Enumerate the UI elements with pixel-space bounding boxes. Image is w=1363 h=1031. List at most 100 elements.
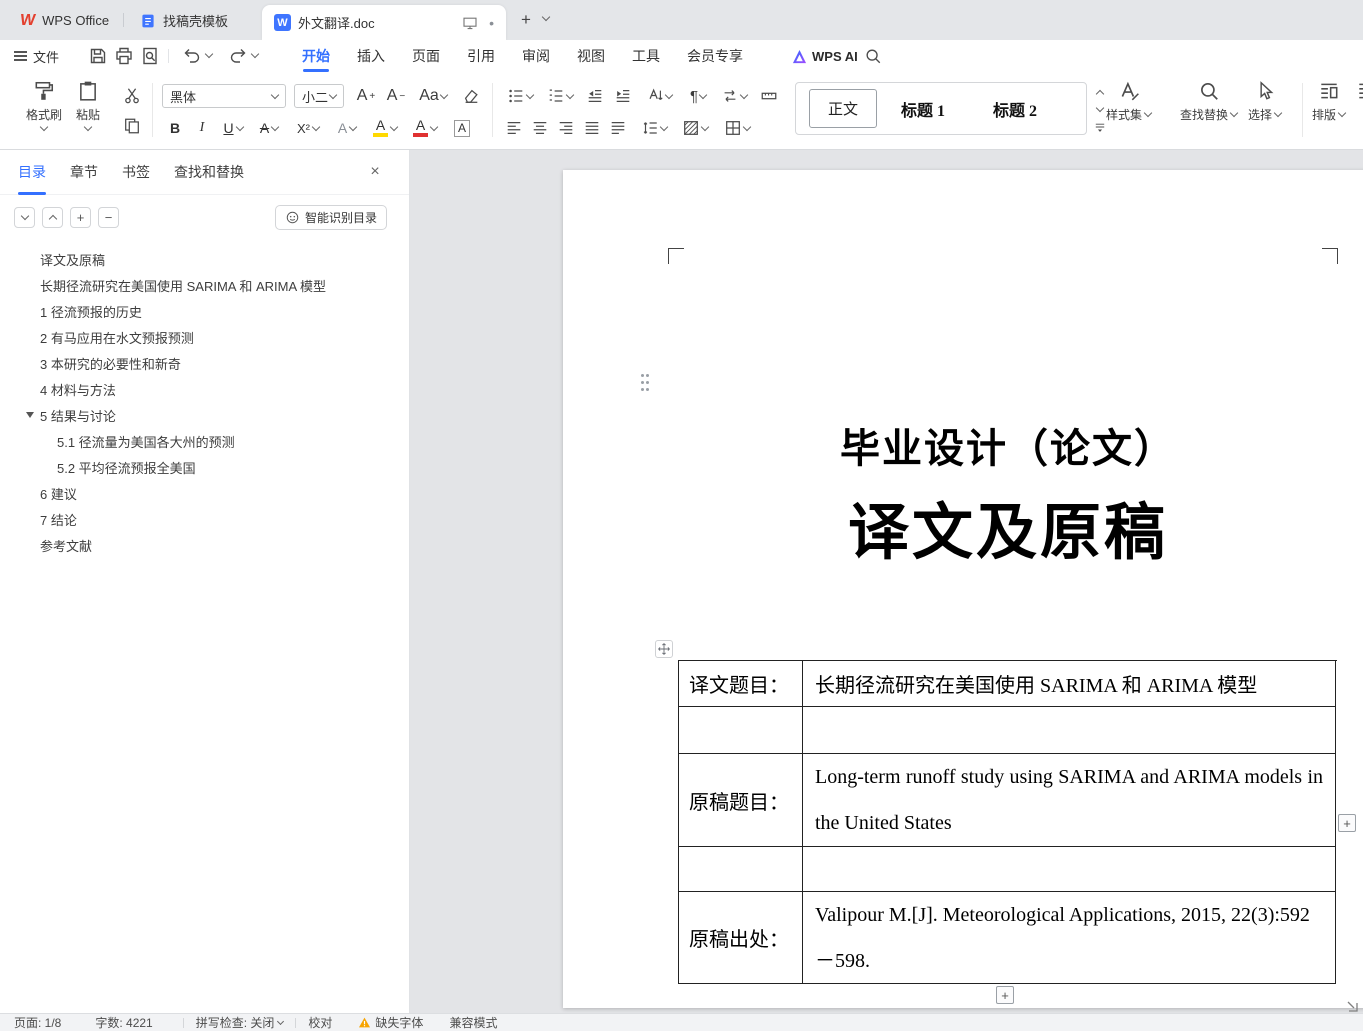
- save-button[interactable]: [88, 46, 108, 66]
- paste-button[interactable]: 粘贴: [76, 80, 100, 132]
- increase-indent-button[interactable]: [610, 84, 636, 108]
- menu-tab-view[interactable]: 视图: [577, 40, 605, 72]
- pane-drag-handle[interactable]: [641, 374, 644, 377]
- find-replace-button[interactable]: 查找替换: [1180, 80, 1239, 123]
- menu-tab-insert[interactable]: 插入: [357, 40, 385, 72]
- toc-zoom-in-button[interactable]: +: [70, 207, 91, 228]
- format-painter-button[interactable]: 格式刷: [26, 80, 62, 132]
- table-cell-label[interactable]: 原稿题目：: [679, 754, 803, 847]
- toc-item[interactable]: 3 本研究的必要性和新奇: [0, 350, 409, 376]
- undo-dropdown-icon[interactable]: [204, 49, 214, 59]
- sidebar-close-button[interactable]: ×: [365, 162, 385, 182]
- page-indicator[interactable]: 页面: 1/8: [14, 1014, 61, 1031]
- table-cell-empty[interactable]: [679, 707, 803, 754]
- document-table[interactable]: 译文题目： 长期径流研究在美国使用 SARIMA 和 ARIMA 模型 原稿题目…: [678, 660, 1337, 984]
- table-cell-value[interactable]: Long-term runoff study using SARIMA and …: [803, 754, 1336, 847]
- font-color-button[interactable]: A: [406, 116, 444, 140]
- select-button[interactable]: 选择: [1248, 80, 1283, 123]
- table-cell-label[interactable]: 原稿出处：: [679, 892, 803, 984]
- table-cell-value[interactable]: 长期径流研究在美国使用 SARIMA 和 ARIMA 模型: [803, 661, 1336, 707]
- toc-zoom-out-button[interactable]: −: [98, 207, 119, 228]
- table-resize-corner-icon[interactable]: [1344, 998, 1360, 1013]
- toc-item[interactable]: 7 结论: [0, 506, 409, 532]
- table-cell-empty[interactable]: [679, 847, 803, 892]
- toc-item[interactable]: 1 径流预报的历史: [0, 298, 409, 324]
- cutoff-ribbon-button[interactable]: [1356, 80, 1363, 102]
- toc-item[interactable]: 2 有马应用在水文预报预测: [0, 324, 409, 350]
- increase-font-button[interactable]: A +: [352, 84, 380, 108]
- toc-item-expandable[interactable]: 5 结果与讨论: [0, 402, 409, 428]
- toc-collapse-button[interactable]: [42, 207, 63, 228]
- toc-item[interactable]: 参考文献: [0, 532, 409, 558]
- smart-toc-button[interactable]: 智能识别目录: [274, 205, 387, 230]
- shading-button[interactable]: [676, 116, 714, 140]
- table-cell-empty[interactable]: [803, 707, 1336, 754]
- style-heading-1[interactable]: 标题 1: [877, 97, 969, 121]
- highlight-color-button[interactable]: A: [366, 116, 404, 140]
- document-heading[interactable]: 毕业设计（论文）: [563, 416, 1363, 474]
- spellcheck-status[interactable]: 拼写检查: 关闭: [196, 1014, 285, 1031]
- copy-button[interactable]: [120, 114, 144, 138]
- character-border-button[interactable]: A: [448, 116, 476, 140]
- document-page[interactable]: 毕业设计（论文） 译文及原稿 译文题目： 长期径流研究在美国使用 SARIMA …: [563, 170, 1363, 1008]
- ruler-button[interactable]: [754, 84, 784, 108]
- app-tab-wps-office[interactable]: W WPS Office: [8, 5, 121, 36]
- strikethrough-button[interactable]: A: [252, 116, 286, 140]
- cjk-layout-button[interactable]: [716, 84, 752, 108]
- new-tab-dropdown-icon[interactable]: [541, 12, 551, 22]
- toc-item[interactable]: 6 建议: [0, 480, 409, 506]
- paragraph-mark-button[interactable]: ¶: [682, 84, 714, 108]
- superscript-button[interactable]: X²: [288, 116, 328, 140]
- gallery-scroll-up-button[interactable]: [1092, 85, 1107, 100]
- menu-tab-tools[interactable]: 工具: [632, 40, 660, 72]
- gallery-more-button[interactable]: [1092, 119, 1107, 134]
- text-direction-button[interactable]: [640, 84, 678, 108]
- sidebar-tab-sections[interactable]: 章节: [70, 150, 98, 195]
- collapse-caret-icon[interactable]: [26, 412, 34, 418]
- toc-item[interactable]: 译文及原稿: [0, 246, 409, 272]
- decrease-indent-button[interactable]: [582, 84, 608, 108]
- app-tab-template[interactable]: 找稿壳模板: [128, 5, 240, 36]
- underline-button[interactable]: U: [216, 116, 250, 140]
- toc-item[interactable]: 4 材料与方法: [0, 376, 409, 402]
- italic-button[interactable]: I: [190, 116, 214, 140]
- redo-button[interactable]: [228, 46, 248, 66]
- style-heading-2[interactable]: 标题 2: [969, 97, 1061, 121]
- wps-ai-button[interactable]: WPS AI: [792, 40, 858, 72]
- tab-options-dot-icon[interactable]: •: [489, 15, 494, 31]
- toc-item[interactable]: 5.2 平均径流预报全美国: [0, 454, 409, 480]
- menu-tab-page[interactable]: 页面: [412, 40, 440, 72]
- menu-tab-home[interactable]: 开始: [302, 40, 330, 72]
- toc-item[interactable]: 长期径流研究在美国使用 SARIMA 和 ARIMA 模型: [0, 272, 409, 298]
- document-viewport[interactable]: 毕业设计（论文） 译文及原稿 译文题目： 长期径流研究在美国使用 SARIMA …: [410, 150, 1363, 1013]
- font-size-select[interactable]: 小二: [294, 84, 344, 108]
- sidebar-tab-contents[interactable]: 目录: [18, 150, 46, 195]
- redo-dropdown-icon[interactable]: [250, 49, 260, 59]
- cut-button[interactable]: [120, 84, 144, 108]
- table-cell-label[interactable]: 译文题目：: [679, 661, 803, 707]
- distribute-button[interactable]: [606, 116, 630, 140]
- proofread-button[interactable]: 校对: [308, 1014, 332, 1031]
- missing-font-warning[interactable]: 缺失字体: [358, 1014, 423, 1031]
- insert-row-button[interactable]: +: [996, 986, 1014, 1004]
- new-tab-button[interactable]: +: [514, 8, 538, 32]
- document-tab-active[interactable]: W 外文翻译.doc •: [262, 5, 506, 40]
- print-button[interactable]: [114, 46, 134, 66]
- justify-button[interactable]: [580, 116, 604, 140]
- align-center-button[interactable]: [528, 116, 552, 140]
- align-right-button[interactable]: [554, 116, 578, 140]
- print-preview-button[interactable]: [140, 46, 160, 66]
- style-normal[interactable]: 正文: [809, 89, 877, 128]
- gallery-scroll-down-button[interactable]: [1092, 102, 1107, 117]
- word-count[interactable]: 字数: 4221: [95, 1014, 152, 1031]
- document-title[interactable]: 译文及原稿: [563, 482, 1363, 571]
- clear-format-button[interactable]: [456, 84, 486, 108]
- decrease-font-button[interactable]: A −: [382, 84, 410, 108]
- align-left-button[interactable]: [502, 116, 526, 140]
- numbered-list-button[interactable]: [542, 84, 578, 108]
- font-name-select[interactable]: 黑体: [162, 84, 286, 108]
- table-move-handle[interactable]: [655, 640, 673, 658]
- change-case-button[interactable]: Aa: [414, 84, 452, 108]
- toc-item[interactable]: 5.1 径流量为美国各大州的预测: [0, 428, 409, 454]
- file-menu-button[interactable]: 文件: [14, 40, 59, 72]
